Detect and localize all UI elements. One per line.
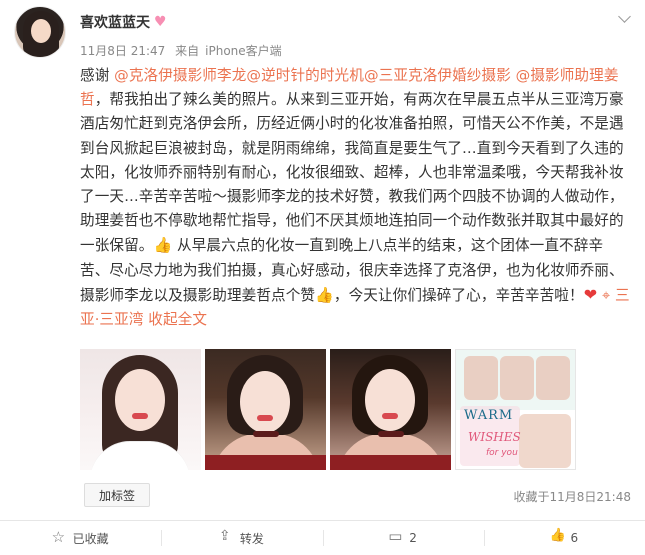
photo-text-wishes: WISHES	[468, 430, 521, 444]
photo-text-for-you: for you	[486, 448, 518, 458]
forward-button[interactable]: 转发	[161, 521, 322, 555]
forward-icon	[219, 528, 234, 545]
like-icon	[550, 528, 566, 545]
vip-badge-icon: ♥	[154, 14, 167, 30]
username[interactable]: 喜欢蓝蓝天	[80, 12, 150, 32]
heart-emoji-icon: ❤	[583, 284, 598, 304]
photo-4[interactable]: WARM WISHES for you	[455, 349, 576, 470]
content-text-4: ，今天让你们操碎了心，辛苦辛苦啦！	[333, 286, 584, 304]
photo-choker	[253, 431, 279, 437]
avatar-face	[31, 19, 51, 43]
photo-grid: WARM WISHES for you	[80, 349, 576, 470]
photo-dress	[330, 455, 451, 470]
forward-label: 转发	[239, 531, 264, 546]
photo-choker	[378, 431, 404, 437]
star-icon	[52, 528, 67, 546]
photo-1[interactable]	[80, 349, 201, 470]
mention-link[interactable]: @三亚克洛伊婚纱摄影	[364, 67, 511, 84]
photo-lips	[382, 413, 398, 419]
thumbs-up-icon: 👍	[315, 285, 334, 304]
photo-girl	[519, 414, 571, 468]
action-bar: 已收藏 转发 2 6	[0, 521, 645, 555]
photo-mini	[536, 356, 570, 400]
photo-lips	[132, 413, 148, 419]
photo-2[interactable]	[205, 349, 326, 470]
mention-link[interactable]: @克洛伊摄影师李龙	[114, 67, 246, 84]
photo-mini	[500, 356, 534, 400]
photo-face	[240, 371, 290, 433]
photo-3[interactable]	[330, 349, 451, 470]
favorite-label: 已收藏	[72, 531, 109, 546]
photo-mini	[464, 356, 498, 400]
chevron-down-icon[interactable]	[619, 12, 631, 24]
like-button[interactable]: 6	[483, 521, 645, 555]
mention-link[interactable]: @逆时针的时光机	[246, 67, 364, 84]
photo-text-warm: WARM	[464, 408, 514, 423]
comment-icon	[388, 527, 403, 545]
post-source: iPhone客户端	[205, 44, 282, 58]
collapse-text-link[interactable]: 收起全文	[148, 311, 207, 328]
source-prefix: 来自	[175, 44, 200, 58]
photo-face	[365, 369, 415, 431]
username-row: 喜欢蓝蓝天 ♥	[80, 12, 167, 32]
favorite-time: 收藏于11月8日21:48	[513, 490, 632, 504]
photo-lips	[257, 415, 273, 421]
post-content: 感谢 @克洛伊摄影师李龙@逆时针的时光机@三亚克洛伊婚纱摄影 @摄影师助理姜哲，…	[80, 64, 630, 332]
post-meta: 11月8日 21:47 来自 iPhone客户端	[80, 42, 288, 59]
content-text-2: ，帮我拍出了辣么美的照片。从来到三亚开始，有两次在早晨五点半从三亚湾万豪酒店匆忙…	[80, 91, 624, 255]
post-time[interactable]: 11月8日 21:47	[80, 44, 165, 58]
comment-count: 2	[409, 531, 417, 545]
comment-button[interactable]: 2	[322, 521, 484, 555]
weibo-post-card: 喜欢蓝蓝天 ♥ 11月8日 21:47 来自 iPhone客户端 感谢 @克洛伊摄…	[0, 0, 645, 555]
like-count: 6	[570, 531, 579, 545]
photo-dress	[205, 455, 326, 470]
location-pin-icon: ⌖	[601, 286, 611, 304]
favorite-button[interactable]: 已收藏	[0, 521, 161, 555]
avatar[interactable]	[14, 6, 66, 58]
content-text-1: 感谢	[80, 67, 110, 84]
thumbs-up-icon: 👍	[153, 236, 173, 255]
photo-face	[115, 369, 165, 431]
add-tag-button[interactable]: 加标签	[84, 483, 150, 507]
